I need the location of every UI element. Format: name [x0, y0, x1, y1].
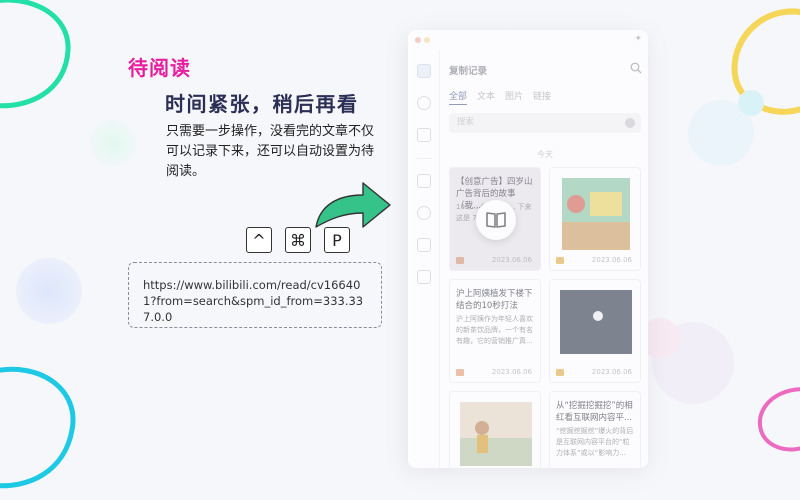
decor-cyan-bubble	[0, 366, 76, 489]
bookmark-icon[interactable]	[417, 238, 431, 252]
card-image	[560, 290, 632, 354]
decor-green-bubble	[0, 0, 71, 109]
titlebar: ✦	[408, 30, 648, 50]
file-icon[interactable]	[417, 270, 431, 284]
search-input[interactable]	[457, 117, 617, 127]
clip-card[interactable]: 从“挖掘挖掘挖”的相红看互联网内容平... “挖掘挖掘挖”爆火的背后是互联网内容…	[549, 391, 641, 468]
shortcut-key-control: ^	[246, 227, 272, 253]
card-date: 2023.06.06	[591, 256, 632, 264]
card-date: 2023.06.06	[491, 368, 532, 376]
clip-card[interactable]	[449, 391, 541, 468]
search-bar	[449, 113, 641, 133]
image-type-icon	[556, 257, 564, 264]
tab-link[interactable]: 链接	[533, 89, 551, 105]
card-title: 沪上阿姨植发下楼下结合的10秒打法	[456, 289, 533, 311]
clip-card[interactable]: 沪上阿姨植发下楼下结合的10秒打法 沪上阿姨作为年轻人喜欢的新茶饮品牌，一个有名…	[449, 279, 541, 383]
decor-magenta-bubble	[757, 387, 800, 452]
tab-text[interactable]: 文本	[477, 89, 495, 105]
decor-blob-1	[90, 120, 136, 166]
book-icon	[486, 212, 506, 228]
search-icon[interactable]	[630, 62, 642, 74]
day-label: 今天	[537, 150, 553, 159]
decor-shapes	[0, 0, 800, 489]
card-snippet: 沪上阿姨作为年轻人喜欢的新茶饮品牌，一个有名有趣，它的营销推广真...	[456, 315, 533, 345]
promo-description: 只需要一步操作，没看完的文章不仅可以记录下来，还可以自动设置为待阅读。	[166, 124, 375, 179]
card-date: 2023.06.06	[591, 368, 632, 376]
minimize-window-button[interactable]	[424, 37, 430, 43]
clear-icon[interactable]	[625, 118, 635, 128]
curved-arrow-icon	[315, 182, 391, 228]
pin-icon[interactable]: ✦	[634, 34, 642, 44]
text-type-icon	[456, 369, 464, 376]
clip-card[interactable]: 2023.06.06	[549, 279, 641, 383]
card-image	[562, 178, 630, 250]
promo-accent-title: 待阅读	[128, 56, 191, 80]
clip-card[interactable]: 【创意广告】四岁山广告背后的故事（我... 105/... 你的街头... 下来…	[449, 167, 541, 271]
clipboard-history-icon[interactable]	[417, 64, 431, 78]
tab-image[interactable]: 图片	[505, 89, 523, 105]
palette-icon[interactable]	[417, 206, 431, 220]
box-icon[interactable]	[417, 128, 431, 142]
star-icon[interactable]	[417, 96, 431, 110]
url-example-box: https://www.bilibili.com/read/cv166401?f…	[128, 262, 382, 328]
image-type-icon	[556, 369, 564, 376]
app-sidebar	[408, 50, 440, 468]
card-title: 从“挖掘挖掘挖”的相红看互联网内容平...	[556, 401, 633, 423]
decor-blob-4	[738, 90, 764, 116]
tab-all[interactable]: 全部	[449, 89, 468, 105]
decor-blob-2	[16, 258, 82, 324]
card-image	[460, 402, 532, 466]
close-window-button[interactable]	[415, 37, 421, 43]
promo-headline: 时间紧张，稍后再看	[165, 92, 359, 116]
clip-card[interactable]: 2023.06.06	[549, 167, 641, 271]
filter-tabs: 全部 文本 图片 链接	[449, 89, 551, 105]
sidebar-divider	[416, 158, 432, 159]
card-snippet: “挖掘挖掘挖”爆火的背后是互联网内容平台的“粒力体系”或以“影响力...	[556, 427, 634, 457]
app-window: ✦ 复制记录 全部 文本 图片 链接 今天 【创意广告】四岁山广告背后的故事（我…	[408, 30, 648, 468]
read-later-button[interactable]	[476, 200, 516, 240]
app-title: 复制记录	[449, 66, 488, 77]
document-icon[interactable]	[417, 174, 431, 188]
